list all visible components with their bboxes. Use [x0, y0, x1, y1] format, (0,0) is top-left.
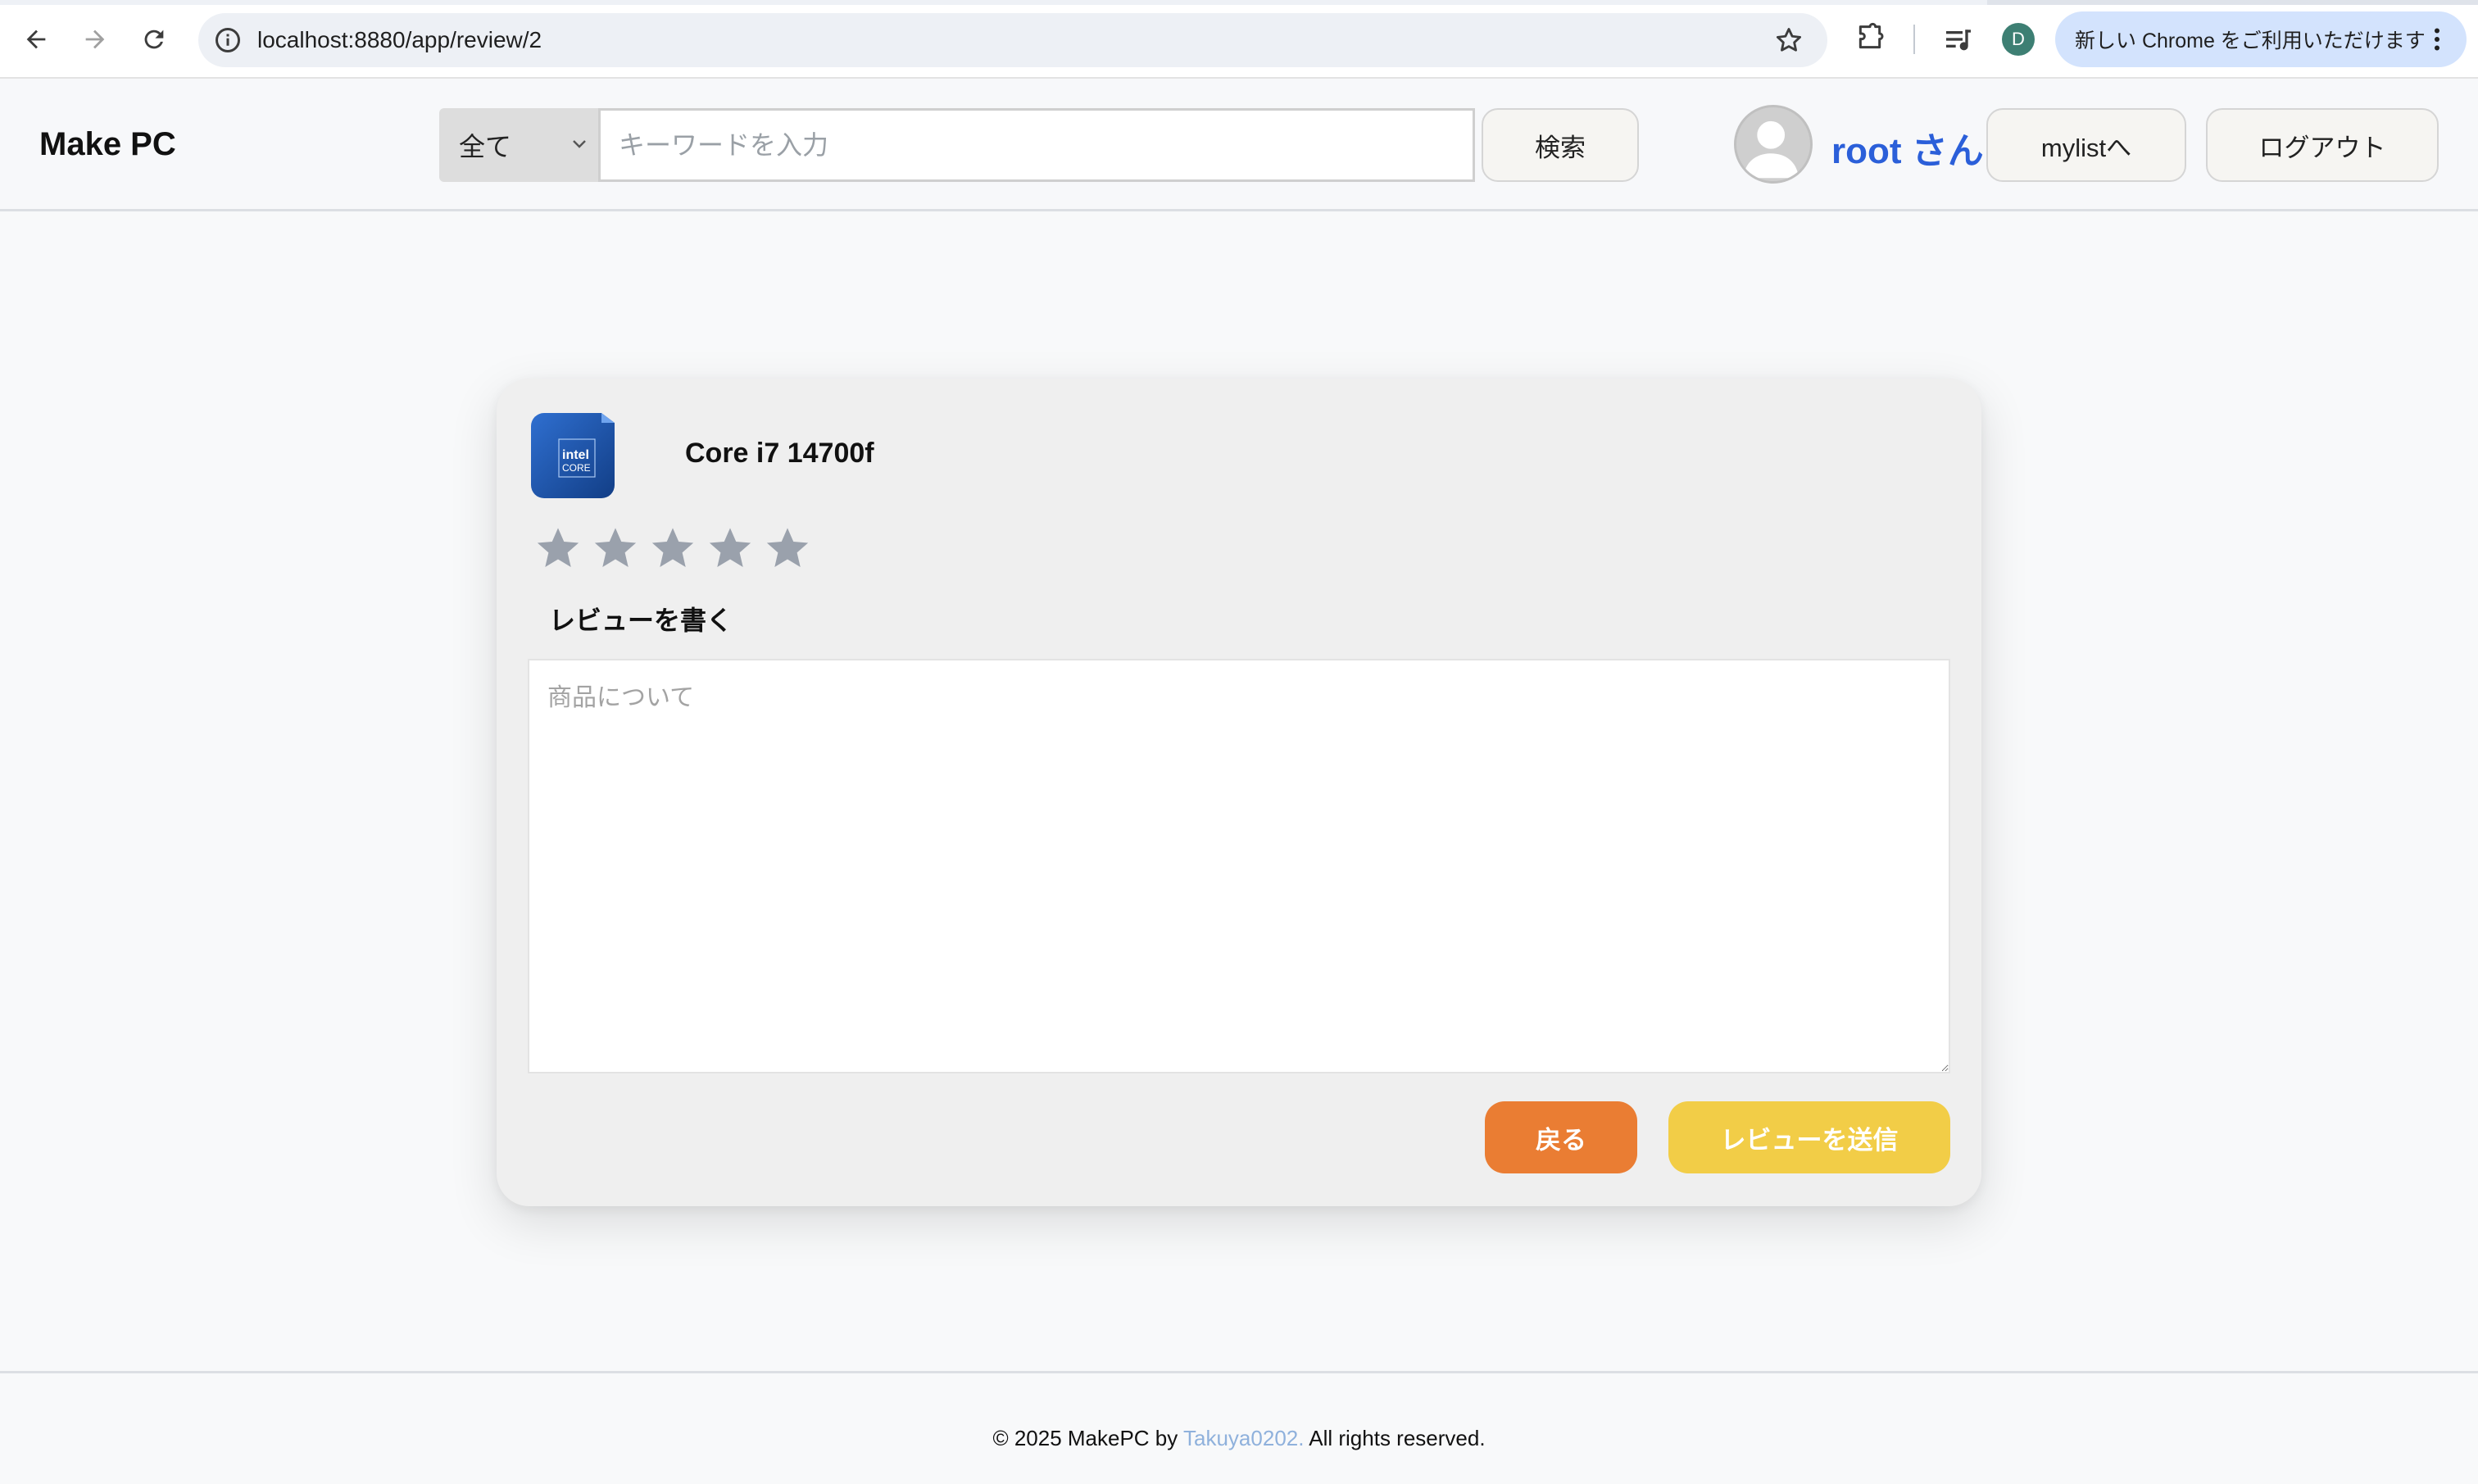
reload-icon[interactable] [134, 20, 174, 59]
browser-toolbar: localhost:8880/app/review/2 D 新しい Chrome… [0, 0, 2478, 79]
star-icon[interactable] [534, 524, 582, 572]
footer-copyright: © 2025 MakePC by [992, 1426, 1184, 1450]
tab-strip [0, 0, 2478, 5]
footer-rights: All rights reserved. [1304, 1426, 1486, 1450]
logout-button[interactable]: ログアウト [2206, 108, 2439, 182]
site-logo[interactable]: Make PC [39, 126, 176, 163]
category-select[interactable]: 全て [439, 108, 598, 182]
search-input[interactable] [598, 108, 1475, 182]
footer-author-link[interactable]: Takuya0202. [1183, 1426, 1304, 1450]
star-icon[interactable] [706, 524, 754, 572]
site-footer: © 2025 MakePC by Takuya0202. All rights … [0, 1426, 2478, 1451]
chrome-update-button[interactable]: 新しい Chrome をご利用いただけます [2055, 11, 2467, 67]
review-textarea[interactable] [528, 659, 1950, 1073]
address-bar[interactable]: localhost:8880/app/review/2 [198, 13, 1827, 67]
product-image: intel CORE [531, 413, 615, 498]
bookmark-star-icon[interactable] [1773, 25, 1804, 56]
product-image-line: CORE [562, 462, 591, 474]
user-avatar[interactable] [1734, 105, 1813, 184]
toolbar-divider [1913, 25, 1915, 54]
back-arrow-icon[interactable] [16, 20, 56, 59]
site-info-icon[interactable] [213, 25, 243, 55]
search-button[interactable]: 検索 [1482, 108, 1639, 182]
extensions-puzzle-icon[interactable] [1854, 21, 1886, 54]
profile-avatar[interactable]: D [2002, 23, 2035, 56]
chrome-update-label: 新しい Chrome をご利用いただけます [2075, 29, 2426, 52]
url-text[interactable]: localhost:8880/app/review/2 [257, 13, 542, 67]
product-image-brand: intel [562, 448, 589, 462]
submit-review-button[interactable]: レビューを送信 [1668, 1101, 1950, 1173]
star-rating[interactable] [534, 524, 811, 572]
back-button[interactable]: 戻る [1485, 1101, 1637, 1173]
star-icon[interactable] [592, 524, 639, 572]
forward-arrow-icon[interactable] [75, 20, 115, 59]
more-menu-icon[interactable] [2422, 25, 2452, 54]
star-icon[interactable] [649, 524, 697, 572]
product-name: Core i7 14700f [685, 438, 874, 469]
default-user-icon [1743, 120, 1799, 179]
review-card: intel CORE Core i7 14700f レビューを書く 戻る レビュ… [497, 379, 1981, 1206]
site-header: Make PC 全て 検索 root さん mylistへ ログアウト [0, 79, 2478, 211]
media-control-icon[interactable] [1942, 23, 1975, 56]
write-review-label: レビューを書く [549, 605, 733, 636]
category-selected-value: 全て [459, 131, 512, 162]
username-label[interactable]: root さん [1831, 121, 1984, 174]
mylist-button[interactable]: mylistへ [1986, 108, 2186, 182]
star-icon[interactable] [764, 524, 811, 572]
chevron-down-icon [573, 140, 586, 148]
footer-divider [0, 1371, 2478, 1373]
